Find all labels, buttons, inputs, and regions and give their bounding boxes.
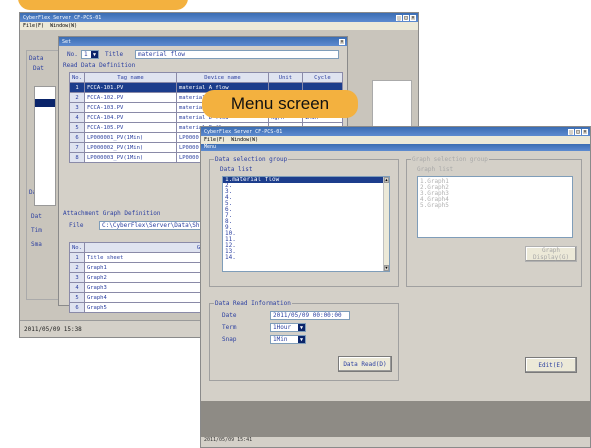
- file-label: File: [69, 222, 84, 229]
- menu-window-menubar: File(F) Window(W): [201, 136, 590, 144]
- graph-selection-group: Graph selection group Graph list 1.Graph…: [406, 156, 582, 287]
- data-read-information-group: Data Read Information Date 2011/05/09 00…: [209, 300, 399, 381]
- attachment-graph-label: Attachment Graph Definition: [63, 210, 161, 217]
- settings-window-title: Set: [62, 38, 72, 45]
- term-select[interactable]: 1Hour ▼: [270, 323, 306, 332]
- menu-child-titlebar: Menu: [201, 144, 590, 151]
- minimize-icon[interactable]: _: [568, 128, 574, 135]
- menu-window[interactable]: Window(W): [231, 137, 258, 143]
- menu-window[interactable]: Window(W): [50, 23, 77, 29]
- panel-label: Tim: [31, 227, 42, 234]
- data-read-information-label: Data Read Information: [214, 300, 292, 307]
- date-input[interactable]: 2011/05/09 00:00:00: [270, 311, 350, 320]
- panel-label: Dat: [31, 213, 42, 220]
- read-data-definition-label: Read Data Definition: [63, 62, 136, 69]
- table-cell[interactable]: 1: [69, 82, 85, 93]
- data-selection-label: Data selection group: [214, 156, 289, 163]
- table-cell[interactable]: 6: [69, 132, 85, 143]
- table-cell[interactable]: 3: [69, 272, 85, 283]
- title-input[interactable]: material flow: [135, 50, 339, 59]
- menu-status-bar: 2011/05/09 15:41: [201, 437, 590, 447]
- menu-window-titlebar: CyberFlex Server CF-PCS-01 _ □ ×: [201, 127, 590, 136]
- menu-workspace-background: [201, 401, 590, 439]
- maximize-icon[interactable]: □: [575, 128, 581, 135]
- chevron-down-icon[interactable]: ▼: [298, 324, 305, 331]
- scroll-down-icon[interactable]: ▼: [384, 265, 389, 271]
- table-cell[interactable]: FCCA-105.PV: [83, 122, 177, 133]
- menu-body: Data selection group Data list 1.materia…: [201, 151, 590, 401]
- close-icon[interactable]: ×: [410, 14, 416, 21]
- table-cell[interactable]: FCCA-103.PV: [83, 102, 177, 113]
- menu-file[interactable]: File(F): [23, 23, 44, 29]
- panel-label: Sma: [31, 241, 42, 248]
- data-read-button[interactable]: Data Read(D): [338, 356, 392, 372]
- graph-list-label: Graph list: [417, 166, 454, 173]
- data-selection-group: Data selection group Data list 1.materia…: [209, 156, 399, 287]
- snap-label: Snap: [222, 336, 237, 343]
- table-cell[interactable]: 2: [69, 92, 85, 103]
- table-cell[interactable]: 2: [69, 262, 85, 273]
- date-label: Date: [222, 312, 237, 319]
- column-header[interactable]: Tag name: [83, 72, 177, 83]
- column-header[interactable]: Cycle: [301, 72, 344, 83]
- table-cell[interactable]: FCCA-104.PV: [83, 112, 177, 123]
- menu-window-title: CyberFlex Server CF-PCS-01: [204, 128, 283, 135]
- edit-button[interactable]: Edit(E): [525, 357, 577, 373]
- list-item[interactable]: 14.: [223, 255, 389, 261]
- menu-window: CyberFlex Server CF-PCS-01 _ □ × File(F)…: [200, 126, 591, 448]
- panel-label: Data: [29, 55, 44, 62]
- scroll-up-icon[interactable]: ▲: [384, 177, 389, 183]
- top-banner: [18, 0, 188, 10]
- graph-list[interactable]: 1.Graph1 2.Graph2 3.Graph3 4.Graph4 5.Graph5: [417, 176, 573, 238]
- background-data-list[interactable]: [34, 86, 56, 206]
- column-header[interactable]: Unit: [267, 72, 303, 83]
- background-window-title: CyberFlex Server CF-PCS-01: [23, 14, 102, 21]
- table-cell[interactable]: 7: [69, 142, 85, 153]
- table-cell[interactable]: LP000003_PV(1Min): [83, 152, 177, 163]
- chevron-down-icon[interactable]: ▼: [91, 51, 98, 58]
- column-header[interactable]: Device name: [175, 72, 269, 83]
- menu-status-time: 2011/05/09 15:41: [204, 437, 253, 443]
- no-spinner[interactable]: 1 ▼: [81, 50, 99, 59]
- table-cell[interactable]: LP000001_PV(1Min): [83, 132, 177, 143]
- minimize-icon[interactable]: _: [396, 14, 402, 21]
- graph-selection-label: Graph selection group: [411, 156, 489, 163]
- background-status-time: 2011/05/09 15:38: [24, 325, 82, 333]
- table-cell[interactable]: 5: [69, 292, 85, 303]
- graph-display-button[interactable]: Graph Display(G): [525, 246, 577, 262]
- table-cell[interactable]: 8: [69, 152, 85, 163]
- table-cell[interactable]: 6: [69, 302, 85, 313]
- table-cell[interactable]: 5: [69, 122, 85, 133]
- table-cell[interactable]: 3: [69, 102, 85, 113]
- background-window-titlebar: CyberFlex Server CF-PCS-01 _ □ ×: [20, 13, 418, 22]
- term-label: Term: [222, 324, 237, 331]
- close-icon[interactable]: ×: [339, 38, 345, 45]
- menu-screen-callout: Menu screen: [202, 90, 358, 118]
- list-item[interactable]: 5.Graph5: [418, 203, 572, 209]
- background-menubar: File(F) Window(W): [20, 22, 418, 30]
- data-list-scrollbar[interactable]: ▲ ▼: [383, 177, 389, 271]
- table-cell[interactable]: LP000002_PV(1Min): [83, 142, 177, 153]
- snap-select[interactable]: 1Min ▼: [270, 335, 306, 344]
- column-header[interactable]: No.: [69, 72, 85, 83]
- table-cell[interactable]: FCCA-102.PV: [83, 92, 177, 103]
- data-list[interactable]: 1.material flow 2. 3. 4. 5. 6. 7. 8. 9. 10. 11. 12.…: [222, 176, 390, 272]
- no-label: No.: [67, 51, 78, 58]
- table-cell[interactable]: 4: [69, 282, 85, 293]
- settings-window-titlebar: Set ×: [59, 37, 347, 46]
- close-icon[interactable]: ×: [582, 128, 588, 135]
- chevron-down-icon[interactable]: ▼: [298, 336, 305, 343]
- table-cell[interactable]: FCCA-101.PV: [83, 82, 177, 93]
- table-cell[interactable]: 1: [69, 252, 85, 263]
- maximize-icon[interactable]: □: [403, 14, 409, 21]
- menu-file[interactable]: File(F): [204, 137, 225, 143]
- data-list-label: Data list: [220, 166, 253, 173]
- column-header[interactable]: No.: [69, 242, 85, 253]
- title-label: Title: [105, 51, 124, 58]
- table-cell[interactable]: 4: [69, 112, 85, 123]
- panel-label: Dat: [33, 65, 44, 72]
